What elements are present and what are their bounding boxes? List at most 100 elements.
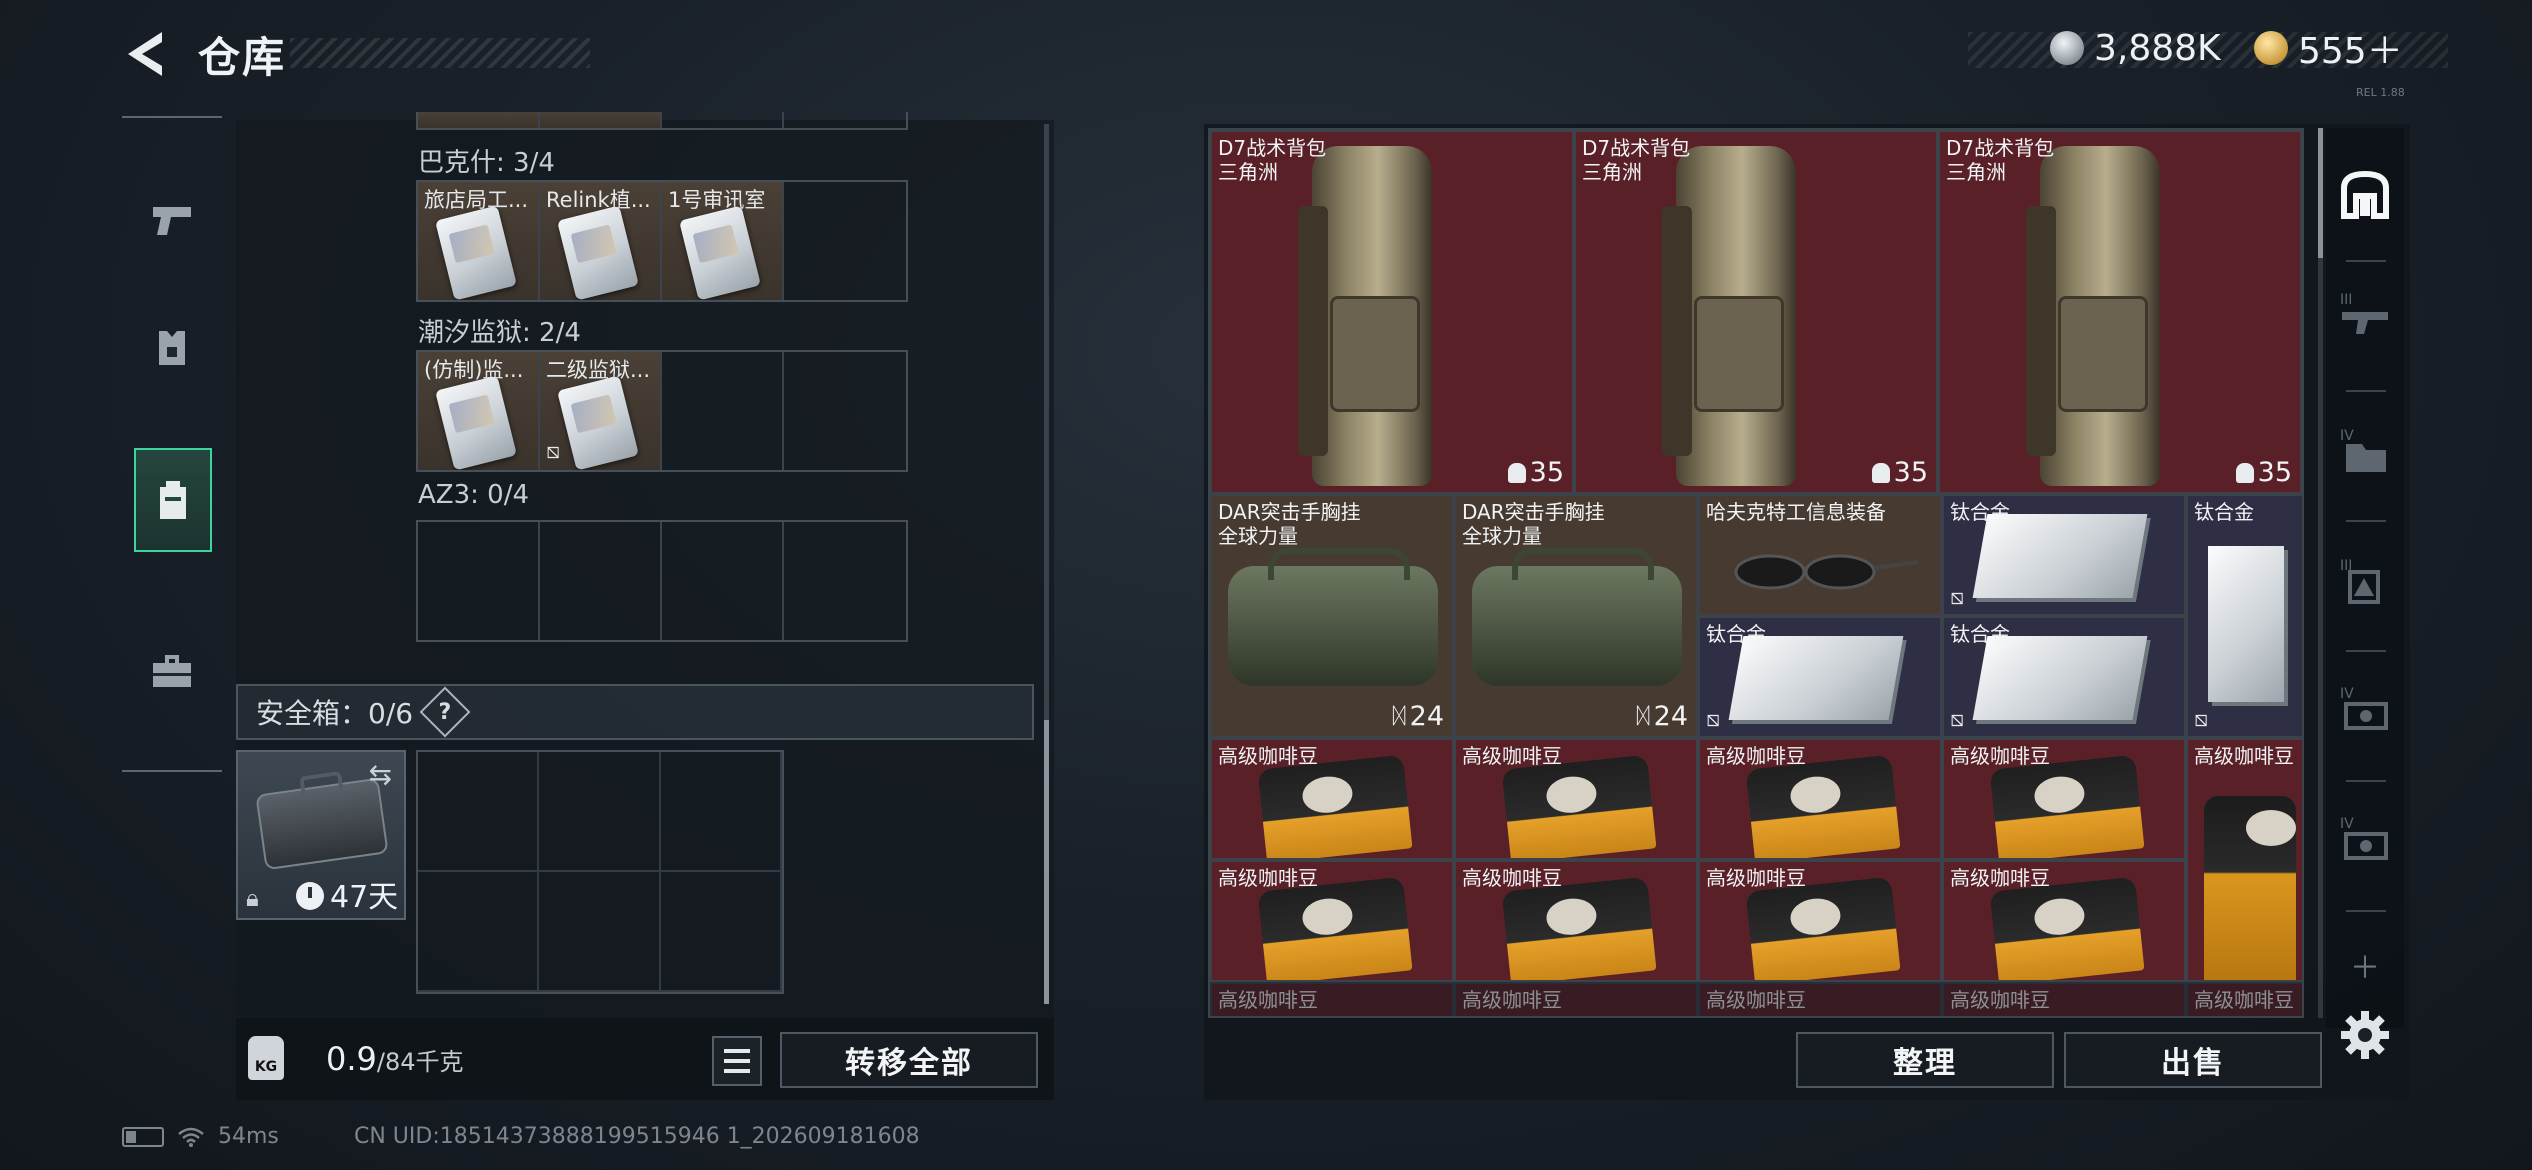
inventory-scroll-thumb[interactable] — [2318, 128, 2323, 258]
filter-tier3-document[interactable]: III — [2330, 546, 2400, 616]
inventory-item-coffee[interactable]: 高级咖啡豆 — [1454, 982, 1698, 1016]
filter-all[interactable] — [2330, 160, 2400, 230]
item-name: 钛合金 — [1950, 500, 2010, 524]
key-slot[interactable]: 1号审讯室 — [662, 182, 784, 300]
toolbox-icon — [153, 655, 191, 687]
key-group-row — [416, 520, 908, 642]
pistol-icon — [153, 207, 191, 235]
inventory-item-titanium[interactable]: 钛合金 ⧅ — [2186, 494, 2302, 738]
folder-icon: IV — [2340, 428, 2386, 472]
key-slot[interactable]: 旅店局工... — [418, 182, 540, 300]
nav-armor[interactable] — [122, 296, 222, 400]
inventory-item-coffee[interactable]: 高级咖啡豆 — [1698, 860, 1942, 982]
item-name: 高级咖啡豆 — [1950, 744, 2050, 768]
item-name: 钛合金 — [1706, 622, 1766, 646]
filter-tier4-folder[interactable]: IV — [2330, 416, 2400, 486]
key-slot[interactable]: Relink植... — [540, 182, 662, 300]
nav-toolbox[interactable] — [122, 620, 222, 724]
rail-divider — [2346, 910, 2386, 912]
key-slot-empty[interactable] — [784, 352, 906, 470]
item-name: 高级咖啡豆 — [1462, 988, 1562, 1012]
list-view-button[interactable] — [712, 1036, 762, 1086]
inventory-item-titanium[interactable]: 钛合金 ⧅ — [1942, 616, 2186, 738]
key-panel-scroll-thumb[interactable] — [1044, 720, 1049, 1004]
item-name: 高级咖啡豆 — [1218, 988, 1318, 1012]
item-name: D7战术背包 三角洲 — [1946, 136, 2055, 184]
inventory-item-coffee[interactable]: 高级咖啡豆 — [1698, 982, 1942, 1016]
transfer-all-button[interactable]: 转移全部 — [780, 1032, 1038, 1088]
inventory-item-coffee[interactable]: 高级咖啡豆 — [2186, 982, 2302, 1016]
item-name: D7战术背包 三角洲 — [1582, 136, 1691, 184]
filter-tier3-weapon[interactable]: III — [2330, 280, 2400, 350]
key-group-label: AZ3: 0/4 — [418, 480, 530, 510]
backpack-image — [1298, 146, 1432, 486]
item-name: 高级咖啡豆 — [1218, 866, 1318, 890]
inventory-item-glasses[interactable]: 哈夫克特工信息装备 — [1698, 494, 1942, 616]
inventory-item-backpack[interactable]: D7战术背包 三角洲 35 — [1574, 130, 1938, 494]
clock-icon — [296, 882, 324, 910]
ping-value: 54ms — [218, 1124, 279, 1149]
inventory-item-backpack[interactable]: D7战术背包 三角洲 35 — [1210, 130, 1574, 494]
inventory-grid: D7战术背包 三角洲 35 D7战术背包 三角洲 35 D7战术背包 三角洲 3… — [1208, 128, 2304, 1018]
inventory-item-backpack[interactable]: D7战术背包 三角洲 35 — [1938, 130, 2302, 494]
item-capacity: ᛞ 24 — [1392, 701, 1444, 732]
unbound-icon: ⧅ — [1706, 707, 1720, 732]
inventory-scrollbar[interactable] — [2318, 128, 2323, 1018]
inventory-item-coffee[interactable]: 高级咖啡豆 — [1210, 860, 1454, 982]
filter-tier4-device[interactable]: IV — [2330, 804, 2400, 874]
inventory-item-vest[interactable]: DAR突击手胸挂 全球力量 ᛞ 24 — [1210, 494, 1454, 738]
key-slot-empty[interactable] — [662, 522, 784, 640]
vest-icon: ᛞ — [1636, 704, 1650, 729]
item-capacity: 35 — [1507, 457, 1564, 488]
key-slot-empty[interactable] — [540, 522, 662, 640]
silver-coin-icon — [2050, 31, 2084, 65]
sell-button[interactable]: 出售 — [2064, 1032, 2322, 1088]
nav-backpack[interactable] — [134, 448, 212, 552]
inventory-item-coffee[interactable]: 高级咖啡豆 — [1942, 982, 2186, 1016]
filter-tier4-device[interactable]: IV — [2330, 674, 2400, 744]
backpack-image — [2026, 146, 2160, 486]
safe-box-item[interactable]: ⇆ 🔒︎ 47天 — [236, 750, 406, 920]
inventory-item-titanium[interactable]: 钛合金 ⧅ — [1698, 616, 1942, 738]
key-slot-empty[interactable] — [784, 522, 906, 640]
coffee-image — [1989, 876, 2145, 980]
item-name: 高级咖啡豆 — [1706, 744, 1806, 768]
key-slot[interactable]: 二级监狱... ⧅ — [540, 352, 662, 470]
item-name: 高级咖啡豆 — [1462, 866, 1562, 890]
inventory-item-coffee[interactable]: 高级咖啡豆 — [1210, 738, 1454, 860]
back-arrow-icon[interactable] — [122, 28, 168, 80]
inventory-item-coffee[interactable]: 高级咖啡豆 — [1698, 738, 1942, 860]
coffee-image — [1257, 876, 1413, 980]
silver-amount: 3,888K — [2094, 27, 2221, 69]
key-slot[interactable]: (仿制)监... — [418, 352, 540, 470]
inventory-item-coffee[interactable]: 高级咖啡豆 — [1454, 860, 1698, 982]
settings-gear-icon[interactable] — [2338, 1008, 2392, 1062]
device-icon: IV — [2340, 686, 2388, 730]
coffee-image — [1257, 754, 1413, 858]
coffee-image — [1501, 876, 1657, 980]
item-name: 钛合金 — [1950, 622, 2010, 646]
weight-icon: KG — [248, 1036, 284, 1080]
rail-divider — [2346, 390, 2386, 392]
add-filter-icon[interactable]: ＋ — [2330, 950, 2400, 986]
inventory-item-titanium[interactable]: 钛合金 ⧅ — [1942, 494, 2186, 616]
organize-button[interactable]: 整理 — [1796, 1032, 2054, 1088]
inventory-item-vest[interactable]: DAR突击手胸挂 全球力量 ᛞ 24 — [1454, 494, 1698, 738]
currency-silver[interactable]: 3,888K — [2050, 24, 2221, 72]
swap-icon[interactable]: ⇆ — [369, 758, 392, 791]
help-icon[interactable]: ? — [419, 686, 471, 738]
inventory-item-coffee[interactable]: 高级咖啡豆 — [2186, 738, 2302, 982]
inventory-item-coffee[interactable]: 高级咖啡豆 — [1454, 738, 1698, 860]
inventory-item-coffee[interactable]: 高级咖啡豆 — [1942, 860, 2186, 982]
inventory-item-coffee[interactable]: 高级咖啡豆 — [1942, 738, 2186, 860]
item-name: 钛合金 — [2194, 500, 2254, 524]
currency-gold[interactable]: 555＋ — [2254, 24, 2403, 72]
safe-box-duration: 47天 — [330, 880, 399, 915]
inventory-item-coffee[interactable]: 高级咖啡豆 — [1210, 982, 1454, 1016]
key-slot-empty[interactable] — [418, 522, 540, 640]
backpack-image — [1662, 146, 1796, 486]
nav-weapons[interactable] — [122, 168, 222, 272]
key-slot-empty[interactable] — [784, 182, 906, 300]
safe-box-grid[interactable] — [416, 750, 784, 994]
key-slot-empty[interactable] — [662, 352, 784, 470]
